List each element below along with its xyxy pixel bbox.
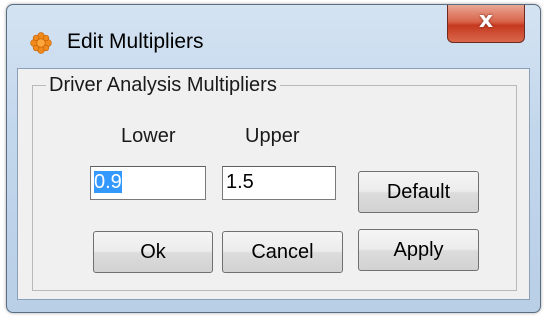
window-title: Edit Multipliers	[67, 30, 204, 53]
lower-input[interactable]: 0.9	[90, 166, 206, 200]
app-icon	[30, 32, 52, 54]
group-label: Driver Analysis Multipliers	[46, 73, 280, 97]
cancel-button[interactable]: Cancel	[222, 231, 343, 273]
lower-label: Lower	[121, 125, 176, 147]
edit-multipliers-window: Edit Multipliers x Driver Analysis Multi…	[6, 4, 541, 313]
title-bar[interactable]: Edit Multipliers x	[7, 5, 540, 67]
close-button[interactable]: x	[447, 5, 525, 43]
dialog-body: Driver Analysis Multipliers Lower Upper …	[17, 68, 530, 300]
upper-input[interactable]: 1.5	[222, 166, 336, 200]
upper-input-value: 1.5	[226, 171, 254, 193]
apply-button[interactable]: Apply	[358, 229, 479, 271]
lower-input-value: 0.9	[94, 171, 122, 193]
close-icon: x	[478, 8, 494, 33]
ok-button[interactable]: Ok	[93, 231, 213, 273]
upper-label: Upper	[245, 125, 300, 147]
default-button[interactable]: Default	[358, 171, 479, 213]
